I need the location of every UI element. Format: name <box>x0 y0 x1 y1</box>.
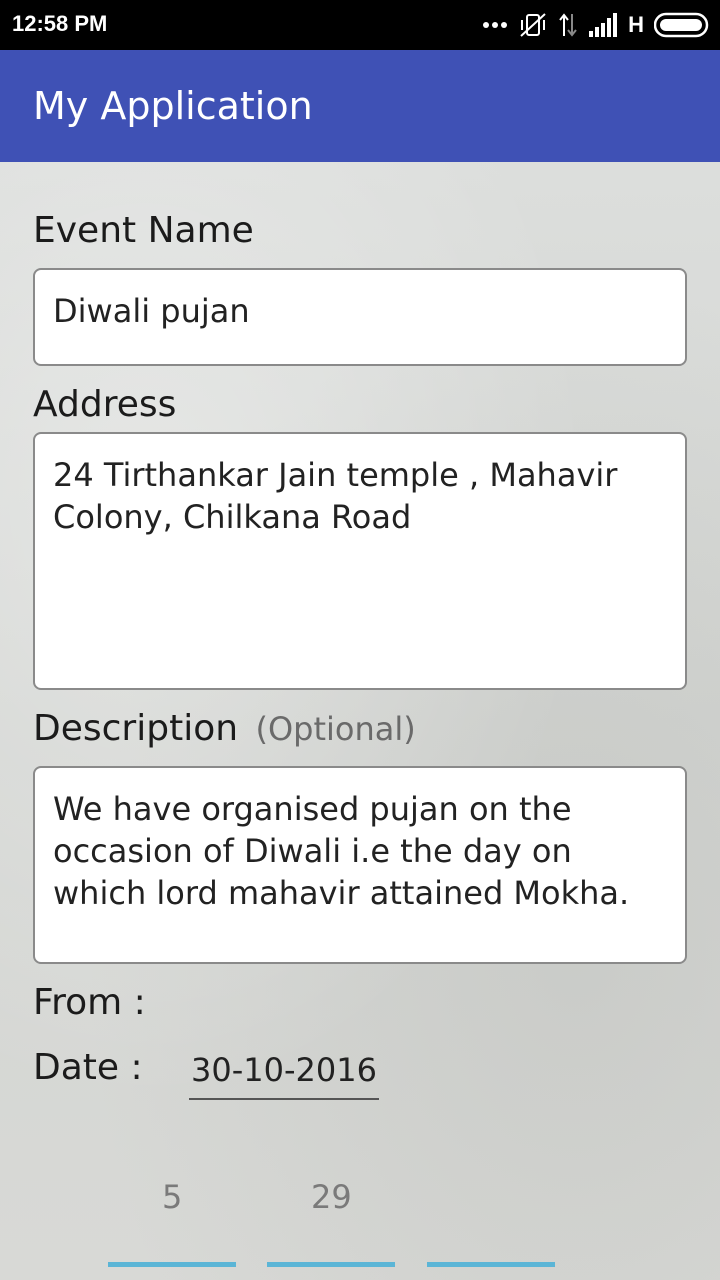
description-input[interactable]: We have organised pujan on the occasion … <box>33 766 687 964</box>
address-label: Address <box>33 384 177 425</box>
battery-icon <box>654 12 710 38</box>
optional-hint: (Optional) <box>255 710 416 748</box>
status-bar: 12:58 PM H <box>0 0 720 50</box>
ampm-underline <box>427 1262 555 1267</box>
event-name-input[interactable]: Diwali pujan <box>33 268 687 366</box>
event-form: Event Name Diwali pujan Address 24 Tirth… <box>0 162 720 1280</box>
network-type: H <box>628 12 644 37</box>
mute-vibrate-icon <box>518 12 548 38</box>
description-label-row: Description (Optional) <box>33 708 416 749</box>
minute-value[interactable]: 29 <box>311 1178 352 1216</box>
status-time: 12:58 PM <box>12 11 108 36</box>
hour-underline <box>108 1262 236 1267</box>
signal-icon <box>588 13 618 37</box>
description-label: Description <box>33 708 239 749</box>
minute-underline <box>267 1262 395 1267</box>
data-arrows-icon <box>558 12 578 38</box>
app-title: My Application <box>33 84 313 128</box>
date-label: Date : <box>33 1047 143 1088</box>
address-input[interactable]: 24 Tirthankar Jain temple , Mahavir Colo… <box>33 432 687 690</box>
from-label: From : <box>33 982 146 1023</box>
hour-value[interactable]: 5 <box>162 1178 182 1216</box>
date-field[interactable]: 30-10-2016 <box>189 1048 379 1100</box>
app-bar: My Application <box>0 50 720 162</box>
more-dots-icon <box>482 21 508 29</box>
event-name-label: Event Name <box>33 210 254 251</box>
status-icons: H <box>482 10 710 40</box>
